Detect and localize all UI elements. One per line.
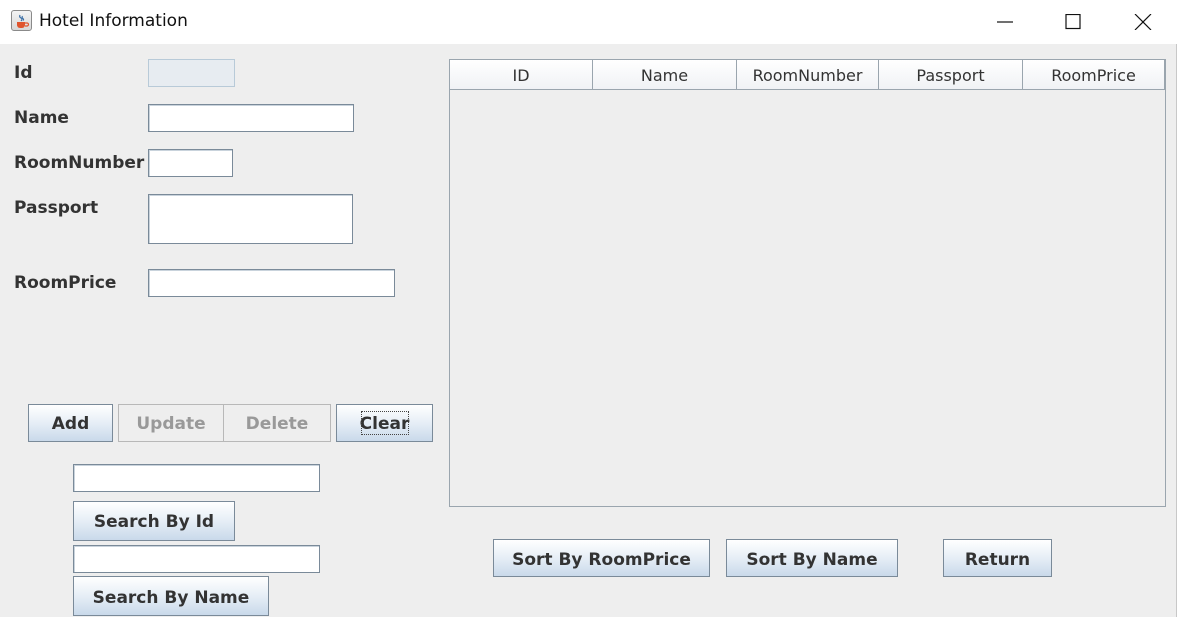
close-button[interactable]: [1108, 0, 1176, 44]
table-header: ID Name RoomNumber Passport RoomPrice: [450, 60, 1165, 90]
sort-by-name-label: Sort By Name: [746, 550, 878, 570]
search-name-field[interactable]: [73, 545, 320, 573]
name-field[interactable]: [148, 104, 354, 132]
room-price-label: RoomPrice: [14, 273, 117, 293]
sort-by-room-price-button[interactable]: Sort By RoomPrice: [493, 539, 710, 577]
close-icon: [1134, 14, 1152, 30]
id-field: [148, 59, 235, 87]
search-by-name-label: Search By Name: [92, 588, 250, 608]
add-button-label: Add: [51, 414, 90, 434]
maximize-button[interactable]: [1038, 0, 1106, 44]
return-button-label: Return: [964, 550, 1031, 570]
add-button[interactable]: Add: [28, 404, 113, 442]
title-bar[interactable]: Hotel Information: [0, 0, 1179, 44]
return-button[interactable]: Return: [943, 539, 1052, 577]
sort-by-name-button[interactable]: Sort By Name: [726, 539, 898, 577]
name-label: Name: [14, 108, 69, 128]
column-header-name[interactable]: Name: [593, 60, 737, 90]
focus-indicator: [361, 411, 409, 435]
delete-button[interactable]: Delete: [223, 404, 331, 442]
search-by-id-label: Search By Id: [93, 512, 215, 532]
id-label: Id: [14, 63, 33, 83]
column-header-room-number[interactable]: RoomNumber: [737, 60, 879, 90]
table-body[interactable]: [450, 90, 1165, 506]
room-price-field[interactable]: [148, 269, 395, 297]
column-header-id[interactable]: ID: [450, 60, 593, 90]
search-id-field[interactable]: [73, 464, 320, 492]
column-header-passport[interactable]: Passport: [879, 60, 1023, 90]
sort-by-room-price-label: Sort By RoomPrice: [512, 550, 691, 570]
update-button-label: Update: [136, 414, 206, 434]
column-header-room-price[interactable]: RoomPrice: [1023, 60, 1165, 90]
java-coffee-icon: [11, 10, 32, 31]
search-by-name-button[interactable]: Search By Name: [73, 576, 269, 616]
update-button[interactable]: Update: [118, 404, 224, 442]
minimize-icon: [997, 21, 1013, 23]
window-title: Hotel Information: [39, 11, 188, 31]
maximize-icon: [1065, 14, 1081, 30]
passport-textarea[interactable]: [148, 194, 353, 244]
room-number-label: RoomNumber: [14, 153, 145, 173]
delete-button-label: Delete: [245, 414, 309, 434]
room-number-field[interactable]: [148, 149, 233, 177]
clear-button[interactable]: Clear: [336, 404, 433, 442]
hotel-table[interactable]: ID Name RoomNumber Passport RoomPrice: [449, 59, 1166, 507]
passport-label: Passport: [14, 198, 99, 218]
search-by-id-button[interactable]: Search By Id: [73, 501, 235, 541]
minimize-button[interactable]: [970, 0, 1038, 44]
